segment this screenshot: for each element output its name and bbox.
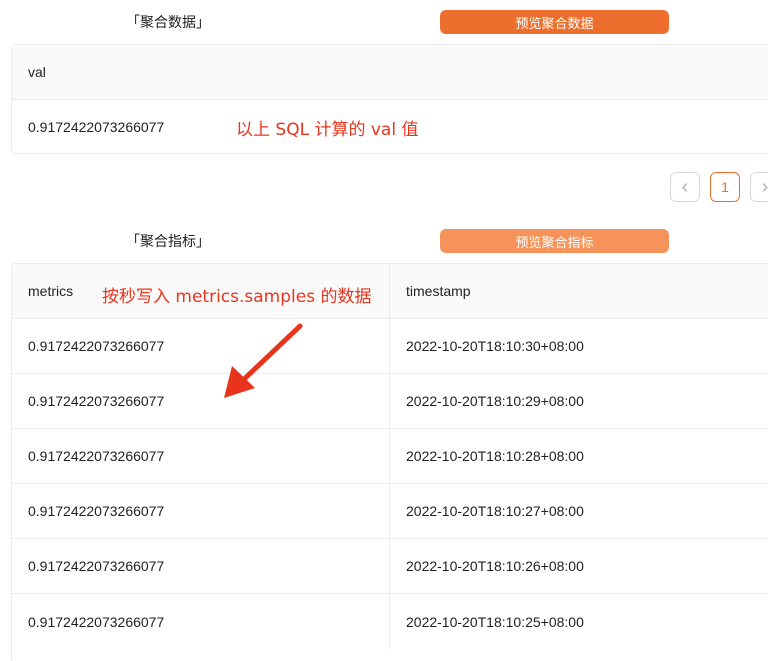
red-arrow-icon bbox=[224, 323, 303, 398]
page: 「聚合数据」 预览聚合数据 val 0.9172422073266077 以上 … bbox=[0, 0, 768, 661]
